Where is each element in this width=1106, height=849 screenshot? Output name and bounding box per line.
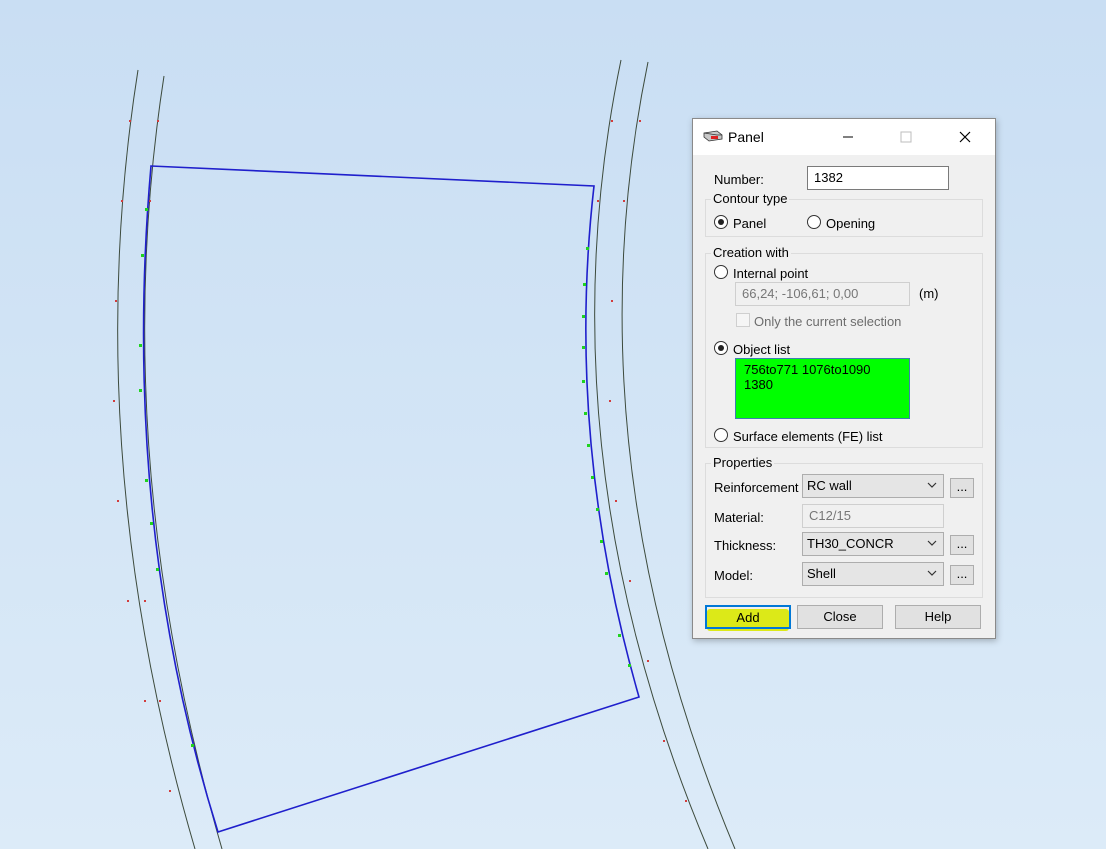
close-icon: [959, 131, 971, 143]
model-select[interactable]: Shell: [802, 562, 944, 586]
reinforcement-value: RC wall: [807, 478, 852, 493]
thickness-more-button[interactable]: ...: [950, 535, 974, 555]
material-field: C12/15: [802, 504, 944, 528]
model-value: Shell: [807, 566, 836, 581]
add-button[interactable]: Add: [705, 605, 791, 629]
object-list-field[interactable]: 756to771 1076to1090 1380: [735, 358, 910, 419]
object-list-radio[interactable]: [714, 341, 728, 355]
only-current-selection-label: Only the current selection: [754, 314, 902, 329]
thickness-label: Thickness:: [714, 538, 777, 553]
only-current-selection-checkbox[interactable]: [736, 313, 750, 327]
material-label: Material:: [714, 510, 764, 525]
number-label: Number:: [714, 172, 764, 187]
object-list-label: Object list: [733, 342, 791, 357]
number-field[interactable]: 1382: [807, 166, 949, 190]
panel-dialog: Panel Number: 1382 Contour type Panel Op…: [692, 118, 996, 639]
model-more-button[interactable]: ...: [950, 565, 974, 585]
model-label: Model:: [714, 568, 754, 583]
coords-unit: (m): [919, 286, 939, 301]
chevron-down-icon: [927, 482, 937, 488]
wall-inner-left-line: [144, 75, 223, 849]
panel-app-icon: [703, 129, 723, 145]
dialog-title: Panel: [728, 129, 764, 145]
title-bar[interactable]: Panel: [693, 119, 995, 155]
help-button[interactable]: Help: [895, 605, 981, 629]
panel-radio[interactable]: [714, 215, 728, 229]
panel-radio-label: Panel: [733, 216, 767, 231]
panel-contour[interactable]: [142, 165, 640, 834]
thickness-value: TH30_CONCR: [807, 536, 894, 551]
opening-radio[interactable]: [807, 215, 821, 229]
minimize-button[interactable]: [825, 119, 871, 155]
reinforcement-select[interactable]: RC wall: [802, 474, 944, 498]
surface-elements-label: Surface elements (FE) list: [733, 429, 883, 444]
reinforcement-label: Reinforcement: [714, 480, 799, 495]
internal-point-coords-field[interactable]: 66,24; -106,61; 0,00: [735, 282, 910, 306]
maximize-icon: [900, 131, 912, 143]
internal-point-label: Internal point: [733, 266, 809, 281]
minimize-icon: [843, 136, 853, 138]
close-button[interactable]: Close: [797, 605, 883, 629]
reinforcement-more-button[interactable]: ...: [950, 478, 974, 498]
opening-radio-label: Opening: [826, 216, 876, 231]
chevron-down-icon: [927, 570, 937, 576]
properties-legend: Properties: [711, 455, 775, 470]
creation-with-legend: Creation with: [711, 245, 791, 260]
contour-type-legend: Contour type: [711, 191, 790, 206]
wall-outer-left-line: [117, 69, 196, 849]
surface-elements-radio[interactable]: [714, 428, 728, 442]
internal-point-radio[interactable]: [714, 265, 728, 279]
wall-node-markers: [113, 120, 687, 802]
maximize-button[interactable]: [883, 119, 929, 155]
chevron-down-icon: [927, 540, 937, 546]
close-window-button[interactable]: [942, 119, 988, 155]
contour-node-markers: [139, 208, 631, 747]
thickness-select[interactable]: TH30_CONCR: [802, 532, 944, 556]
